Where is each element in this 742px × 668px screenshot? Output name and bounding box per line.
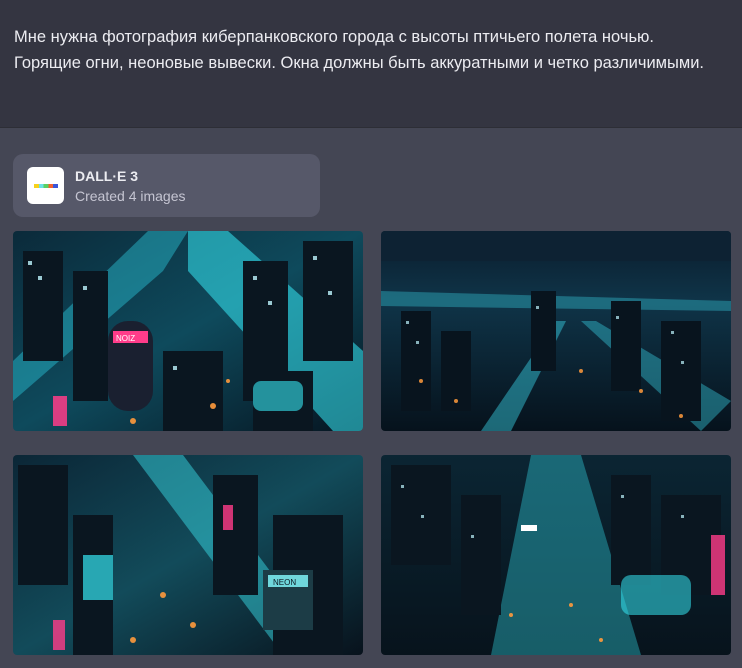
user-message: Мне нужна фотография киберпанковского го… [0, 0, 742, 128]
image-3-sign: NEON [273, 578, 296, 587]
svg-text:NEON: NEON [273, 578, 296, 587]
dalle-logo-icon [27, 167, 64, 204]
tool-name: DALL·E 3 [75, 168, 138, 184]
svg-text:NOIZ: NOIZ [116, 334, 135, 343]
dalle-tool-card[interactable]: DALL·E 3 Created 4 images [13, 154, 320, 217]
generated-image-4[interactable] [381, 455, 731, 655]
generated-image-3[interactable]: NEON [13, 455, 363, 655]
user-message-text: Мне нужна фотография киберпанковского го… [14, 28, 705, 72]
tool-status: Created 4 images [75, 188, 186, 204]
image-1-sign: NOIZ [116, 334, 135, 343]
generated-image-2[interactable] [381, 231, 731, 431]
generated-image-1[interactable]: NOIZ [13, 231, 363, 431]
